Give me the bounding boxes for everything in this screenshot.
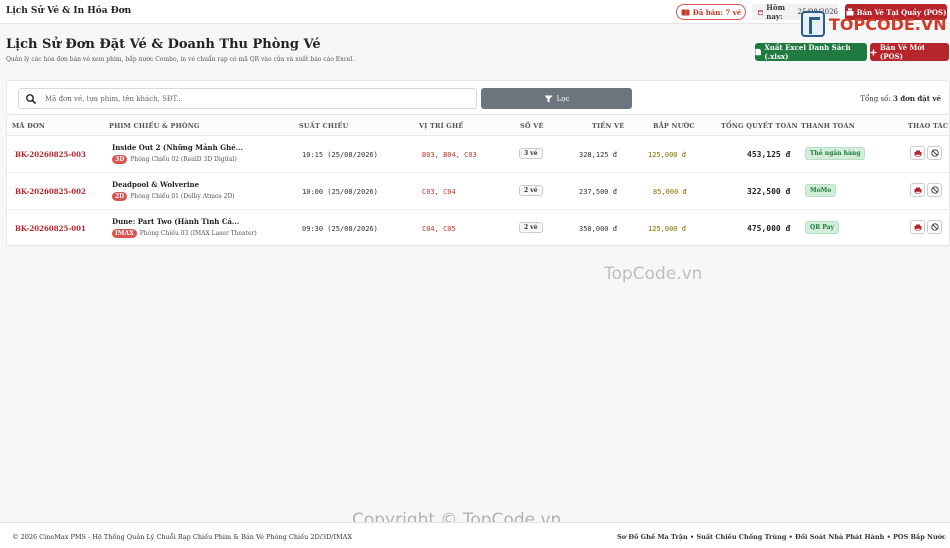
print-icon	[914, 187, 921, 194]
booking-code[interactable]: BK-20260825-002	[15, 187, 86, 196]
seat-list: C03, C04	[422, 188, 456, 196]
app-title: Lịch Sử Vé & In Hóa Đơn	[6, 6, 132, 16]
footer-copyright: © 2026 CineMax PMS - Hệ Thống Quản Lý Ch…	[12, 533, 352, 541]
col-qty[interactable]: SỐ VÉ	[520, 122, 544, 130]
grand-total: 475,000 đ	[747, 224, 791, 233]
print-icon	[914, 224, 921, 231]
col-code[interactable]: MÃ ĐƠN	[12, 122, 45, 130]
ticket-count-badge: 2 vé	[519, 222, 543, 233]
footer: © 2026 CineMax PMS - Hệ Thống Quản Lý Ch…	[0, 522, 950, 548]
search-icon	[26, 94, 37, 105]
calendar-icon	[758, 9, 764, 15]
col-showtime[interactable]: SUẤT CHIẾU	[299, 122, 348, 130]
room-info: 2D Phòng Chiếu 01 (Dolby Atmos 2D)	[112, 192, 235, 201]
ticket-amount: 237,500 đ	[579, 188, 617, 196]
print-button[interactable]	[910, 183, 925, 197]
total-value: 3 đơn đặt vé	[892, 94, 941, 103]
room-info: 3D Phòng Chiếu 02 (RealD 3D Digital)	[112, 155, 237, 164]
room-name: Phòng Chiếu 03 (IMAX Laser Theater)	[139, 230, 257, 237]
sold-tickets-badge: Đã bán: 7 vé	[676, 4, 746, 20]
booking-code[interactable]: BK-20260825-003	[15, 150, 86, 159]
ticket-icon	[681, 9, 690, 15]
table-row[interactable]: BK-20260825-003 Inside Out 2 (Những Mảnh…	[7, 136, 949, 173]
cancel-button[interactable]	[927, 183, 942, 197]
col-actions: THAO TÁC	[908, 122, 949, 130]
format-badge: IMAX	[112, 229, 137, 238]
topcode-logo: TOPCODE.VN	[801, 10, 949, 38]
payment-badge: MoMo	[805, 184, 837, 197]
filter-label: Lọc	[556, 94, 570, 103]
search-input[interactable]	[45, 92, 465, 106]
file-excel-icon	[755, 48, 761, 56]
total-prefix: Tổng số:	[860, 95, 891, 103]
print-button[interactable]	[910, 146, 925, 160]
movie-title: Inside Out 2 (Những Mảnh Ghé...	[112, 143, 243, 152]
movie-title: Dune: Part Two (Hành Tinh Cá...	[112, 217, 240, 226]
format-badge: 3D	[112, 155, 128, 164]
total-count: Tổng số: 3 đơn đặt vé	[860, 94, 941, 103]
showtime: 10:15 (25/08/2026)	[302, 151, 378, 159]
snack-amount: 85,000 đ	[653, 188, 687, 196]
col-movie[interactable]: PHIM CHIẾU & PHÒNG	[109, 122, 200, 130]
grand-total: 322,500 đ	[747, 187, 791, 196]
page-subtitle: Quản lý các hóa đơn bán vé xem phim, bắp…	[6, 56, 355, 63]
ticket-amount: 350,000 đ	[579, 225, 617, 233]
export-excel-label: Xuất Excel Danh Sách (.xlsx)	[764, 43, 851, 61]
print-button[interactable]	[910, 220, 925, 234]
grand-total: 453,125 đ	[747, 150, 791, 159]
showtime: 09:30 (25/08/2026)	[302, 225, 378, 233]
booking-table: MÃ ĐƠN PHIM CHIẾU & PHÒNG SUẤT CHIẾU VỊ …	[6, 115, 950, 247]
new-ticket-label: Bán Vé Mới (POS)	[879, 43, 925, 61]
booking-code[interactable]: BK-20260825-001	[15, 224, 86, 233]
ticket-count-badge: 3 vé	[519, 148, 543, 159]
seat-list: C04, C05	[422, 225, 456, 233]
footer-features: Sơ Đồ Ghế Ma Trận • Suất Chiếu Chống Trù…	[617, 533, 946, 541]
new-ticket-button[interactable]: Bán Vé Mới (POS)	[870, 43, 949, 61]
ticket-amount: 328,125 đ	[579, 151, 617, 159]
cancel-icon	[930, 149, 939, 157]
search-box	[18, 88, 477, 109]
watermark-middle: TopCode.vn	[604, 264, 703, 284]
table-row[interactable]: BK-20260825-001 Dune: Part Two (Hành Tin…	[7, 210, 949, 247]
room-info: IMAX Phòng Chiếu 03 (IMAX Laser Theater)	[112, 229, 257, 238]
showtime: 10:00 (25/08/2026)	[302, 188, 378, 196]
filter-button[interactable]: Lọc	[481, 88, 632, 109]
col-grand-total[interactable]: TỔNG QUYẾT TOÁN	[721, 122, 798, 130]
snack-amount: 125,000 đ	[648, 151, 686, 159]
ticket-count-badge: 2 vé	[519, 185, 543, 196]
logo-mark-icon	[801, 11, 825, 37]
plus-icon	[870, 49, 877, 55]
col-snack-amount[interactable]: BẮP NƯỚC	[653, 122, 695, 130]
cancel-button[interactable]	[927, 220, 942, 234]
logo-text: TOPCODE.VN	[829, 14, 947, 34]
cancel-icon	[930, 186, 939, 194]
table-row[interactable]: BK-20260825-002 Deadpool & Wolverine 2D P…	[7, 173, 949, 210]
room-name: Phòng Chiếu 02 (RealD 3D Digital)	[130, 156, 237, 163]
today-label: Hôm nay:	[766, 3, 785, 21]
filter-card: Lọc Tổng số: 3 đơn đặt vé	[6, 80, 950, 115]
table-header: MÃ ĐƠN PHIM CHIẾU & PHÒNG SUẤT CHIẾU VỊ …	[7, 115, 949, 136]
payment-badge: QR Pay	[805, 221, 840, 234]
col-payment[interactable]: THANH TOÁN	[801, 122, 855, 130]
print-icon	[914, 150, 921, 157]
payment-badge: Thẻ ngân hàng	[805, 147, 866, 160]
sold-tickets-label: Đã bán: 7 vé	[692, 7, 742, 17]
col-seats[interactable]: VỊ TRÍ GHẾ	[419, 122, 464, 130]
snack-amount: 125,000 đ	[648, 225, 686, 233]
format-badge: 2D	[112, 192, 128, 201]
page-title: Lịch Sử Đơn Đặt Vé & Doanh Thu Phòng Vé	[6, 37, 321, 52]
filter-icon	[544, 95, 553, 102]
room-name: Phòng Chiếu 01 (Dolby Atmos 2D)	[130, 193, 235, 200]
cancel-button[interactable]	[927, 146, 942, 160]
cancel-icon	[930, 223, 939, 231]
seat-list: B03, B04, C03	[422, 151, 477, 159]
col-ticket-amount[interactable]: TIỀN VÉ	[592, 122, 624, 130]
movie-title: Deadpool & Wolverine	[112, 180, 200, 189]
export-excel-button[interactable]: Xuất Excel Danh Sách (.xlsx)	[755, 43, 867, 61]
